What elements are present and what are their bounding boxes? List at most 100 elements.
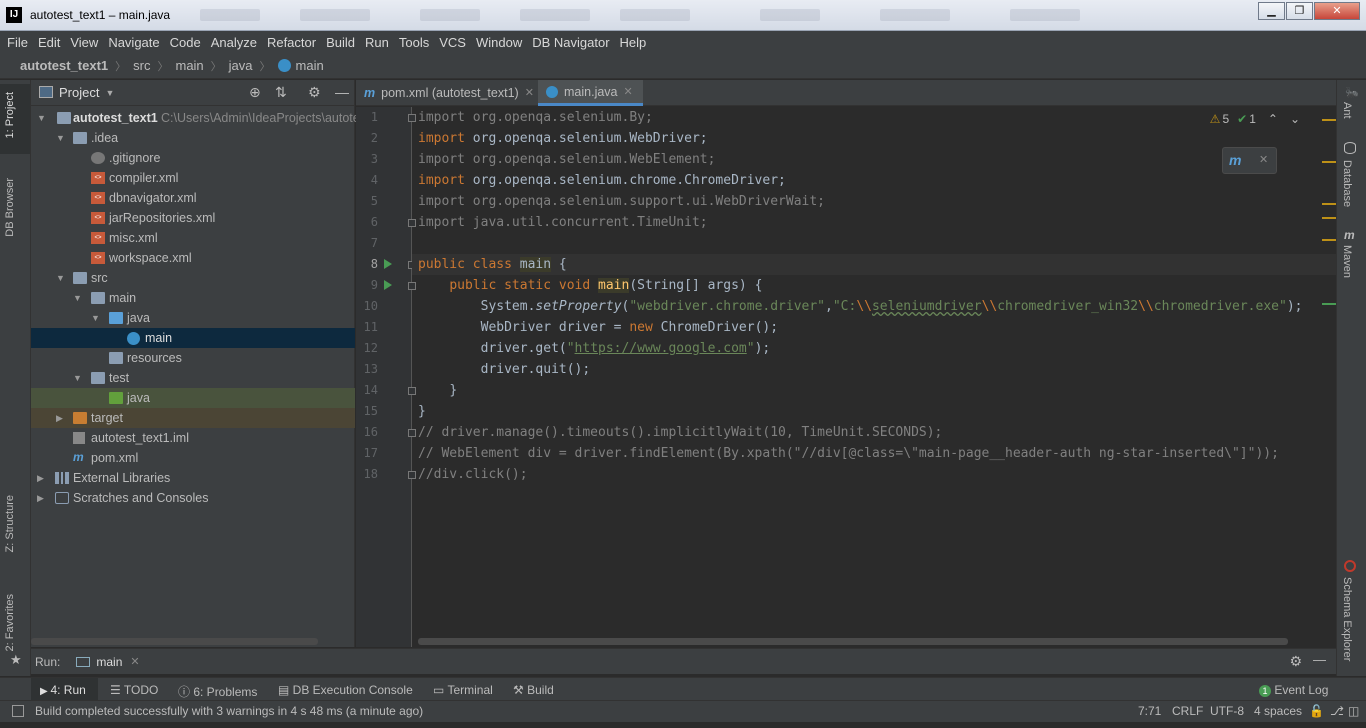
menu-vcs[interactable]: VCS: [439, 35, 466, 50]
tab-favorites[interactable]: 2: Favorites: [4, 594, 16, 651]
editor-horizontal-scrollbar[interactable]: [418, 638, 1288, 645]
tree-item-gitignore[interactable]: .gitignore: [31, 148, 355, 168]
run-gutter-icon[interactable]: [384, 259, 392, 269]
lock-icon[interactable]: 🔓: [1309, 704, 1324, 718]
tree-item-scratches[interactable]: ▶ Scratches and Consoles: [31, 488, 355, 508]
tree-item-main-class[interactable]: main: [31, 328, 355, 348]
inspection-widget[interactable]: ⚠ 5 ✔ 1 ⌃ ⌄: [1210, 112, 1300, 126]
menu-tools[interactable]: Tools: [399, 35, 429, 50]
fold-marker-icon[interactable]: [408, 114, 416, 122]
chevron-up-icon[interactable]: ⌃: [1268, 112, 1278, 126]
close-icon[interactable]: ✕: [1259, 153, 1268, 166]
fold-marker-icon[interactable]: [408, 429, 416, 437]
breadcrumb-src[interactable]: src: [133, 58, 150, 73]
tree-item-misc-xml[interactable]: <> misc.xml: [31, 228, 355, 248]
menu-code[interactable]: Code: [170, 35, 201, 50]
tab-db-browser[interactable]: DB Browser: [4, 178, 16, 237]
run-tab-main[interactable]: main: [96, 655, 122, 669]
tree-item-target[interactable]: ▶ target: [31, 408, 355, 428]
menu-window[interactable]: Window: [476, 35, 522, 50]
close-icon[interactable]: ✕: [525, 80, 534, 106]
menu-help[interactable]: Help: [620, 35, 647, 50]
tree-item-pom[interactable]: m pom.xml: [31, 448, 355, 468]
close-icon[interactable]: ✕: [624, 79, 633, 105]
close-icon[interactable]: ✕: [130, 655, 139, 668]
maximize-button[interactable]: ❐: [1286, 2, 1313, 20]
gear-icon[interactable]: ⚙: [308, 84, 321, 101]
menu-analyze[interactable]: Analyze: [211, 35, 257, 50]
git-icon[interactable]: ⎇: [1330, 704, 1344, 718]
code-url-link[interactable]: https://www.google.com: [575, 341, 747, 356]
breadcrumb-java[interactable]: java: [229, 58, 253, 73]
collapse-all-icon[interactable]: ⇅: [275, 84, 287, 101]
breadcrumb-project[interactable]: autotest_text1: [20, 58, 108, 73]
tab-database[interactable]: Database: [1341, 160, 1353, 207]
project-horizontal-scrollbar[interactable]: [31, 638, 318, 645]
tree-item-dbnavigator-xml[interactable]: <> dbnavigator.xml: [31, 188, 355, 208]
fold-marker-icon[interactable]: [408, 471, 416, 479]
tab-project-tool[interactable]: 1: Project: [4, 92, 16, 138]
menu-run[interactable]: Run: [365, 35, 389, 50]
tree-item-external-libraries[interactable]: ▶ External Libraries: [31, 468, 355, 488]
tab-main-java[interactable]: main.java ✕: [538, 80, 643, 106]
tab-schema-explorer[interactable]: Schema Explorer: [1341, 577, 1353, 661]
menu-db-navigator[interactable]: DB Navigator: [532, 35, 609, 50]
tool-build[interactable]: ⚒ Build: [513, 683, 554, 697]
menu-view[interactable]: View: [70, 35, 98, 50]
tab-structure[interactable]: Z: Structure: [4, 495, 16, 552]
tree-item-resources[interactable]: resources: [31, 348, 355, 368]
tree-item-src[interactable]: ▼ src: [31, 268, 355, 288]
line-separator[interactable]: CRLF: [1172, 704, 1203, 718]
chevron-down-icon[interactable]: ▼: [105, 88, 114, 98]
tree-item-compiler-xml[interactable]: <> compiler.xml: [31, 168, 355, 188]
fold-marker-icon[interactable]: [408, 219, 416, 227]
tree-item-iml[interactable]: autotest_text1.iml: [31, 428, 355, 448]
maven-reload-icon[interactable]: m: [1229, 152, 1241, 168]
breadcrumb-file[interactable]: main: [296, 58, 324, 73]
menu-file[interactable]: File: [7, 35, 28, 50]
maven-reload-popup[interactable]: m ✕: [1222, 147, 1277, 174]
chevron-down-icon[interactable]: ⌄: [1290, 112, 1300, 126]
line-number: 8: [370, 257, 378, 271]
tree-item-jarrepositories-xml[interactable]: <> jarRepositories.xml: [31, 208, 355, 228]
hide-panel-icon[interactable]: —: [1313, 652, 1326, 667]
code-string: chromedriver.exe": [1153, 299, 1287, 314]
menu-refactor[interactable]: Refactor: [267, 35, 316, 50]
fold-marker-icon[interactable]: [408, 387, 416, 395]
tree-item-test-java[interactable]: java: [31, 388, 355, 408]
project-panel-title[interactable]: Project: [59, 85, 99, 100]
tree-item-workspace-xml[interactable]: <> workspace.xml: [31, 248, 355, 268]
close-window-button[interactable]: ✕: [1314, 2, 1360, 20]
tool-terminal[interactable]: ▭ Terminal: [433, 683, 493, 697]
tree-item-root[interactable]: ▼ autotest_text1 C:\Users\Admin\IdeaProj…: [31, 108, 360, 128]
tool-todo[interactable]: ☰ TODO: [110, 683, 158, 697]
locate-icon[interactable]: ⊕: [249, 84, 261, 101]
tool-run[interactable]: ▶ 4: Run: [40, 683, 86, 697]
notifications-icon[interactable]: ◫: [1348, 704, 1359, 718]
breadcrumb-main[interactable]: main: [175, 58, 203, 73]
tool-db-execution-console[interactable]: ▤ DB Execution Console: [278, 683, 413, 697]
tree-item-main-folder[interactable]: ▼ main: [31, 288, 355, 308]
fold-marker-icon[interactable]: [408, 282, 416, 290]
indent-setting[interactable]: 4 spaces: [1254, 704, 1302, 718]
tree-item-idea[interactable]: ▼ .idea: [31, 128, 355, 148]
toggle-tool-windows-icon[interactable]: [12, 705, 24, 717]
tool-event-log[interactable]: 1 Event Log: [1259, 683, 1328, 697]
menu-build[interactable]: Build: [326, 35, 355, 50]
file-encoding[interactable]: UTF-8: [1210, 704, 1244, 718]
tab-ant[interactable]: Ant: [1341, 102, 1353, 119]
menu-edit[interactable]: Edit: [38, 35, 60, 50]
code-editor[interactable]: 1 2 3 4 5 6 7 8 9 10 11 12 13 14 15 16 1…: [356, 107, 1336, 647]
tool-problems[interactable]: ⓘ 6: Problems: [178, 683, 257, 700]
run-gutter-icon[interactable]: [384, 280, 392, 290]
tab-maven[interactable]: Maven: [1341, 245, 1353, 278]
caret-position[interactable]: 7:71: [1138, 704, 1161, 718]
minimize-button[interactable]: ▁: [1258, 2, 1285, 20]
tree-item-test[interactable]: ▼ test: [31, 368, 355, 388]
tree-item-java-folder[interactable]: ▼ java: [31, 308, 355, 328]
tab-pom-xml[interactable]: m pom.xml (autotest_text1) ✕: [356, 80, 544, 106]
hide-panel-icon[interactable]: —: [335, 84, 349, 100]
menu-navigate[interactable]: Navigate: [108, 35, 159, 50]
gear-icon[interactable]: ⚙: [1289, 653, 1302, 670]
status-message[interactable]: Build completed successfully with 3 warn…: [35, 704, 423, 718]
